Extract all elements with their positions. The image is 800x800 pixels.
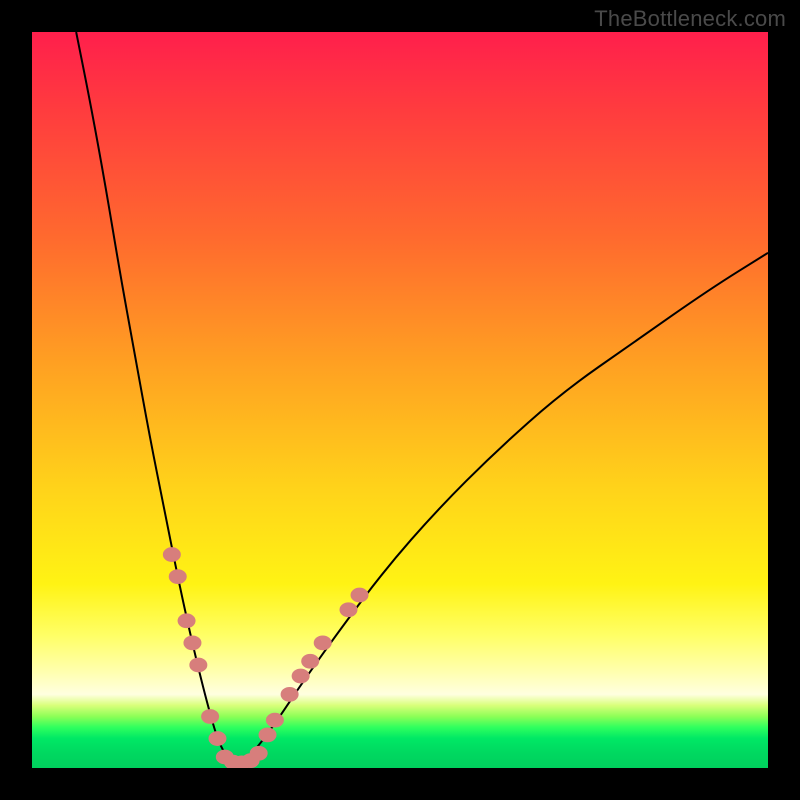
chart-frame: TheBottleneck.com	[0, 0, 800, 800]
bead	[189, 658, 207, 673]
curve-left-branch	[76, 32, 238, 764]
bead	[163, 547, 181, 562]
bead	[208, 731, 226, 746]
bead	[281, 687, 299, 702]
bead	[259, 728, 277, 743]
bead	[201, 709, 219, 724]
bead	[339, 602, 357, 617]
bead	[250, 746, 268, 761]
curve-right-branch	[238, 253, 768, 765]
bead	[178, 613, 196, 628]
bead	[314, 636, 332, 651]
bead	[266, 713, 284, 728]
chart-svg	[32, 32, 768, 768]
bead	[292, 669, 310, 684]
bead	[301, 654, 319, 669]
bead	[183, 636, 201, 651]
plot-area	[32, 32, 768, 768]
watermark-text: TheBottleneck.com	[594, 6, 786, 32]
bead	[351, 588, 369, 603]
beads-group	[163, 547, 369, 768]
bead	[169, 569, 187, 584]
curve-group	[76, 32, 768, 764]
